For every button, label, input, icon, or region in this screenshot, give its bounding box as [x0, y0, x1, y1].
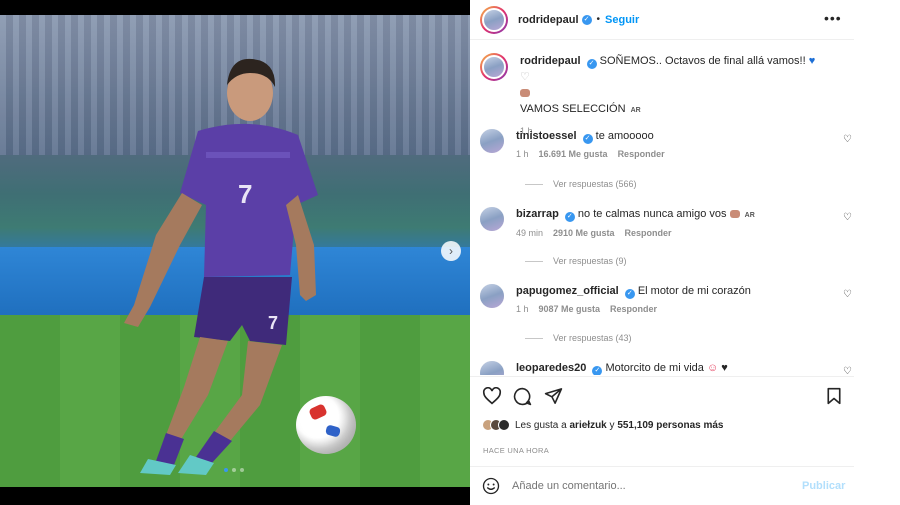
black-heart-icon: ♥: [721, 362, 728, 374]
header-separator: •: [596, 14, 601, 25]
comment-avatar[interactable]: [480, 284, 504, 308]
white-heart-icon: ♡: [520, 71, 530, 83]
carousel-dot-active: [224, 468, 228, 472]
comment-icon[interactable]: [513, 387, 532, 406]
verified-badge-icon: ✓: [592, 366, 603, 375]
verified-badge-icon: ✓: [582, 134, 593, 144]
author-avatar[interactable]: [480, 5, 508, 34]
flag-ar-icon: AR: [630, 107, 641, 114]
bookmark-icon[interactable]: [826, 387, 842, 405]
comment-username[interactable]: bizarrap: [516, 208, 559, 220]
heart-icon[interactable]: [482, 387, 502, 405]
comment-item: papugomez_official ✓ El motor de mi cora…: [480, 284, 852, 314]
comment-heart-icon[interactable]: ♡: [843, 289, 852, 300]
share-icon[interactable]: [544, 387, 563, 405]
verified-badge-icon: ✓: [564, 212, 575, 222]
likes-summary[interactable]: Les gusta a ariełzuk y 551,109 personas …: [482, 419, 724, 431]
view-replies-button[interactable]: Ver respuestas (9): [525, 256, 627, 266]
comment-heart-icon[interactable]: ♡: [843, 212, 852, 223]
next-arrow-icon: ›: [449, 244, 453, 258]
photo-football: [296, 396, 356, 454]
add-comment-bar: Publicar: [470, 466, 854, 505]
hand-emoji-icon: [729, 210, 740, 218]
comment-item: leoparedes20 ✓ Motorcito de mi vida ☺ ♥ …: [480, 361, 852, 375]
caption-text: SOÑEMOS.. Octavos de final allá vamos!!: [599, 55, 806, 67]
publish-button[interactable]: Publicar: [802, 480, 845, 492]
caption-avatar[interactable]: [480, 53, 508, 81]
post-actions: Les gusta a ariełzuk y 551,109 personas …: [470, 376, 854, 466]
verified-badge-icon: ✓: [624, 289, 635, 299]
carousel-dots: [224, 468, 244, 472]
comment-item: bizarrap ✓ no te calmas nunca amigo vos …: [480, 207, 852, 238]
caption-username[interactable]: rodridepaul: [520, 55, 581, 67]
follow-button[interactable]: Seguir: [605, 14, 639, 26]
blue-heart-icon: ♥: [808, 55, 816, 67]
post-timestamp: HACE UNA HORA: [483, 446, 549, 455]
comment-time: 1 h: [516, 304, 529, 314]
verified-badge-icon: ✓: [586, 59, 597, 69]
caption-line-1: rodridepaul ✓ SOÑEMOS.. Octavos de final…: [520, 53, 820, 101]
liker-avatar: [498, 419, 510, 431]
carousel-dot: [240, 468, 244, 472]
caption-line-2: VAMOS SELECCIÓN AR: [520, 103, 641, 115]
comment-username[interactable]: tinistoessel: [516, 130, 577, 142]
comment-avatar[interactable]: [480, 361, 504, 375]
media-panel: 7 7 ›: [0, 0, 470, 505]
view-replies-button[interactable]: Ver respuestas (43): [525, 333, 632, 343]
comment-reply-button[interactable]: Responder: [625, 228, 672, 238]
comment-time: 49 min: [516, 228, 544, 238]
author-username[interactable]: rodridepaul: [518, 14, 579, 26]
comment-avatar[interactable]: [480, 129, 504, 153]
comment-likes[interactable]: 2910 Me gusta: [553, 228, 615, 238]
heart-eyes-emoji-icon: ☺: [706, 362, 719, 374]
post-photo[interactable]: 7 7: [0, 15, 470, 487]
svg-text:7: 7: [268, 313, 278, 333]
post-caption: rodridepaul ✓ SOÑEMOS.. Octavos de final…: [480, 53, 850, 139]
instagram-post-modal: 7 7 › rodridepaul ✓ • Seguir ••• rodride…: [0, 0, 900, 505]
svg-text:7: 7: [238, 179, 252, 209]
comment-likes[interactable]: 16.691 Me gusta: [539, 149, 608, 159]
comment-username[interactable]: leoparedes20: [516, 362, 586, 374]
comment-item: tinistoessel ✓ te amooooo 1 h 16.691 Me …: [480, 129, 852, 159]
comment-input[interactable]: [512, 480, 782, 492]
comment-username[interactable]: papugomez_official: [516, 285, 619, 297]
comment-text: te amooooo: [595, 130, 654, 142]
comment-text: El motor de mi corazón: [637, 285, 751, 297]
verified-badge-icon: ✓: [581, 14, 592, 25]
comment-text: Motorcito de mi vida: [605, 362, 704, 374]
emoji-icon[interactable]: [482, 477, 500, 495]
view-replies-button[interactable]: Ver respuestas (566): [525, 179, 637, 189]
liked-by-user[interactable]: ariełzuk: [570, 420, 607, 431]
fist-emoji-icon: [520, 89, 530, 97]
comment-reply-button[interactable]: Responder: [610, 304, 657, 314]
comment-heart-icon[interactable]: ♡: [843, 366, 852, 375]
carousel-next-button[interactable]: ›: [441, 241, 461, 261]
comments-list[interactable]: rodridepaul ✓ SOÑEMOS.. Octavos de final…: [470, 41, 854, 375]
comment-time: 1 h: [516, 149, 529, 159]
comment-reply-button[interactable]: Responder: [618, 149, 665, 159]
post-side-panel: rodridepaul ✓ • Seguir ••• rodridepaul ✓…: [470, 0, 900, 505]
carousel-dot: [232, 468, 236, 472]
flag-ar-icon: AR: [744, 212, 755, 219]
comment-likes[interactable]: 9087 Me gusta: [539, 304, 601, 314]
post-header: rodridepaul ✓ • Seguir •••: [470, 0, 854, 40]
liked-by-count[interactable]: 551,109 personas más: [617, 420, 723, 431]
comment-heart-icon[interactable]: ♡: [843, 134, 852, 145]
more-options-icon[interactable]: •••: [824, 10, 842, 26]
comment-text: no te calmas nunca amigo vos: [577, 208, 727, 220]
comment-avatar[interactable]: [480, 207, 504, 231]
